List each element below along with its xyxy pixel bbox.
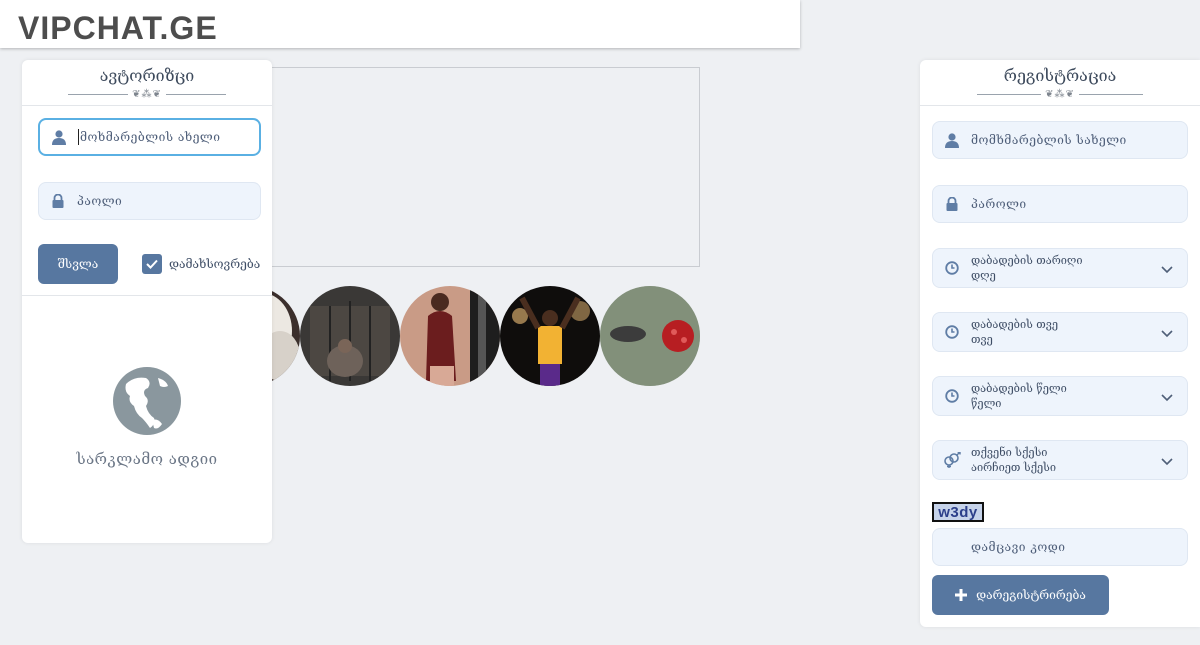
header-bar: VIPCHAT.GE <box>0 0 800 48</box>
login-password-input[interactable]: პაოლი <box>77 194 122 208</box>
chevron-down-icon <box>1161 451 1173 470</box>
reg-password-field[interactable]: პაროლი <box>932 185 1188 223</box>
divider <box>22 295 272 296</box>
lock-icon <box>933 197 971 211</box>
birth-month-select[interactable]: დაბადების თვე თვე <box>932 312 1188 352</box>
register-button[interactable]: დარეგისტრირება <box>932 575 1109 615</box>
captcha-image: w3dy <box>932 502 984 522</box>
divider <box>22 105 272 106</box>
clock-icon <box>933 261 971 275</box>
title-ornament: ❦⁂❦ <box>22 88 272 100</box>
title-ornament: ❦⁂❦ <box>920 88 1200 100</box>
birth-day-label: დაბადების თარიღი <box>971 254 1083 267</box>
captcha-input[interactable]: დამცავი კოდი <box>971 540 1066 554</box>
gender-select[interactable]: თქვენი სქესი აირჩიეთ სქესი <box>932 440 1188 480</box>
content-frame <box>272 67 700 267</box>
user-avatar-4[interactable] <box>500 286 600 386</box>
birth-year-select[interactable]: დაბადების წელი წელი <box>932 376 1188 416</box>
reg-username-input[interactable]: მომხმარებლის სახელი <box>971 133 1127 147</box>
birth-month-value: თვე <box>971 333 993 346</box>
birth-day-select[interactable]: დაბადების თარიღი დღე <box>932 248 1188 288</box>
clock-icon <box>933 389 971 403</box>
lock-icon <box>39 194 77 208</box>
chevron-down-icon <box>1161 323 1173 342</box>
registration-panel: რეგისტრაცია ❦⁂❦ მომხმარებლის სახელი პარო… <box>920 60 1200 627</box>
gender-icon <box>933 452 971 468</box>
user-avatar-3[interactable] <box>400 286 500 386</box>
remember-label[interactable]: დამახსოვრება <box>169 257 260 271</box>
remember-checkbox[interactable] <box>142 254 162 274</box>
check-icon <box>146 259 158 269</box>
site-logo[interactable]: VIPCHAT.GE <box>18 10 218 47</box>
chevron-down-icon <box>1161 259 1173 278</box>
login-username-field[interactable]: მოხმარებლის ახელი <box>38 118 261 156</box>
user-avatar-2[interactable] <box>300 286 400 386</box>
gender-label: თქვენი სქესი <box>971 446 1048 459</box>
birth-year-value: წელი <box>971 397 1002 410</box>
birth-year-label: დაბადების წელი <box>971 382 1067 395</box>
register-button-label: დარეგისტრირება <box>976 588 1086 602</box>
birth-month-label: დაბადების თვე <box>971 318 1059 331</box>
chevron-down-icon <box>1161 387 1173 406</box>
login-button[interactable]: შსვლა <box>38 244 118 284</box>
gender-value: აირჩიეთ სქესი <box>971 461 1057 474</box>
captcha-field[interactable]: დამცავი კოდი <box>932 528 1188 566</box>
plus-icon <box>955 589 968 601</box>
text-cursor <box>78 129 79 145</box>
birth-day-value: დღე <box>971 269 996 282</box>
ad-placeholder-label: სარკლამო ადგიი <box>76 450 218 468</box>
user-avatar-5[interactable] <box>600 286 700 386</box>
login-panel: ავტორიზცი ❦⁂❦ მოხმარებლის ახელი პაოლი შს… <box>22 60 272 543</box>
login-username-input[interactable]: მოხმარებლის ახელი <box>80 130 220 144</box>
registration-title: რეგისტრაცია <box>1003 66 1117 85</box>
user-icon <box>933 132 971 148</box>
user-icon <box>40 129 78 145</box>
login-title: ავტორიზცი <box>99 66 195 85</box>
clock-icon <box>933 325 971 339</box>
reg-username-field[interactable]: მომხმარებლის სახელი <box>932 121 1188 159</box>
globe-icon <box>112 366 182 436</box>
divider <box>920 105 1200 106</box>
reg-password-input[interactable]: პაროლი <box>971 197 1027 211</box>
login-password-field[interactable]: პაოლი <box>38 182 261 220</box>
